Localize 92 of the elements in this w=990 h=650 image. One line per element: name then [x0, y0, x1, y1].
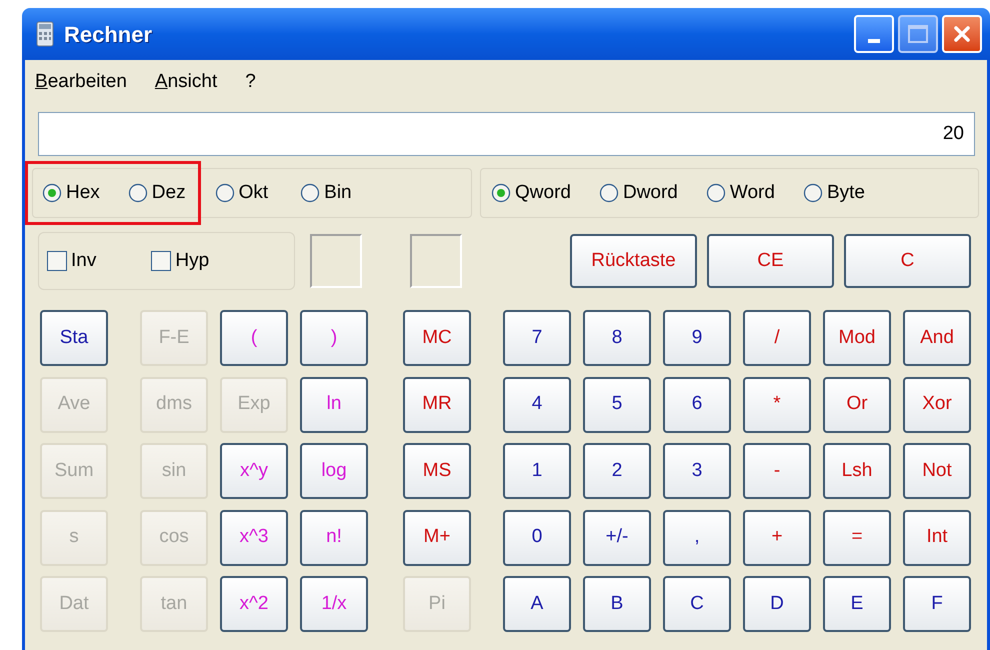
close-icon — [953, 25, 971, 43]
radio-option[interactable]: Byte — [802, 178, 865, 208]
radio-icon — [300, 183, 320, 203]
menu-item[interactable]: ? — [243, 68, 258, 96]
calculator-key: Sum — [40, 443, 108, 499]
calculator-key[interactable]: + — [743, 510, 811, 566]
maximize-button[interactable] — [898, 15, 938, 53]
calculator-key[interactable]: 1 — [503, 443, 571, 499]
calculator-key[interactable]: 3 — [663, 443, 731, 499]
radio-icon — [128, 183, 148, 203]
radio-option[interactable]: Dez — [128, 178, 186, 208]
minimize-icon — [868, 39, 880, 43]
display-value: 20 — [942, 122, 964, 146]
calculator-key: cos — [140, 510, 208, 566]
calculator-key[interactable]: x^y — [220, 443, 288, 499]
radio-option[interactable]: Okt — [214, 178, 268, 208]
menu-item[interactable]: Ansicht — [152, 68, 220, 96]
calculator-key[interactable]: log — [300, 443, 368, 499]
checkbox-icon — [151, 251, 172, 271]
checkbox-option[interactable]: Inv — [47, 246, 96, 276]
calculator-icon — [36, 21, 54, 47]
calculator-key[interactable]: CE — [707, 234, 834, 288]
calculator-key[interactable]: MR — [403, 376, 471, 432]
calculator-key[interactable]: ) — [300, 310, 368, 366]
calculator-key[interactable]: D — [743, 576, 811, 632]
close-button[interactable] — [942, 15, 982, 53]
calculator-key[interactable]: ( — [220, 310, 288, 366]
calculator-key[interactable]: F — [903, 576, 971, 632]
calculator-key[interactable]: = — [823, 510, 891, 566]
window-title: Rechner — [64, 20, 152, 48]
calculator-key: dms — [140, 376, 208, 432]
calculator-key: Pi — [403, 576, 471, 632]
calculator-key: sin — [140, 443, 208, 499]
calculator-key[interactable]: Int — [903, 510, 971, 566]
calculator-key: Dat — [40, 576, 108, 632]
radio-icon — [42, 183, 62, 203]
calculator-key[interactable]: M+ — [403, 510, 471, 566]
calculator-key[interactable]: MC — [403, 310, 471, 366]
calculator-key[interactable]: 1/x — [300, 576, 368, 632]
indicator-box — [310, 234, 362, 288]
calculator-key[interactable]: Lsh — [823, 443, 891, 499]
checkbox-icon — [47, 251, 67, 271]
radio-icon — [706, 183, 726, 203]
calculator-key[interactable]: 0 — [503, 510, 571, 566]
radio-icon — [598, 183, 619, 203]
radio-option[interactable]: Bin — [300, 178, 352, 208]
menu-item[interactable]: Bearbeiten — [33, 68, 129, 96]
minimize-button[interactable] — [854, 15, 894, 53]
calculator-key[interactable]: Xor — [903, 376, 971, 432]
calculator-key[interactable]: 8 — [583, 310, 651, 366]
checkbox-option[interactable]: Hyp — [151, 246, 210, 276]
radio-option[interactable]: Qword — [491, 178, 571, 208]
calculator-key[interactable]: MS — [403, 443, 471, 499]
calculator-key[interactable]: 4 — [503, 376, 571, 432]
calculator-key[interactable]: , — [663, 510, 731, 566]
calculator-key[interactable]: Mod — [823, 310, 891, 366]
calculator-key[interactable]: ln — [300, 376, 368, 432]
calculator-key[interactable]: +/- — [583, 510, 651, 566]
radio-icon — [214, 183, 235, 203]
radio-option[interactable]: Dword — [598, 178, 678, 208]
calculator-key[interactable]: 6 — [663, 376, 731, 432]
calculator-key[interactable]: Or — [823, 376, 891, 432]
indicator-box — [410, 234, 462, 288]
calculator-key: F-E — [140, 310, 208, 366]
calculator-key[interactable]: 2 — [583, 443, 651, 499]
radio-option[interactable]: Word — [706, 178, 775, 208]
calculator-key[interactable]: B — [583, 576, 651, 632]
calculator-key[interactable]: x^3 — [220, 510, 288, 566]
calculator-key[interactable]: A — [503, 576, 571, 632]
calculator-key[interactable]: E — [823, 576, 891, 632]
calculator-key[interactable]: Rücktaste — [570, 234, 697, 288]
calculator-key[interactable]: Not — [903, 443, 971, 499]
calculator-key[interactable]: And — [903, 310, 971, 366]
maximize-icon — [908, 25, 928, 43]
calculator-key: Exp — [220, 376, 288, 432]
calculator-key[interactable]: 9 — [663, 310, 731, 366]
radio-icon — [491, 183, 511, 203]
calculator-key[interactable]: C — [663, 576, 731, 632]
calculator-key[interactable]: C — [844, 234, 971, 288]
calculator-key[interactable]: 7 — [503, 310, 571, 366]
calculator-key[interactable]: * — [743, 376, 811, 432]
calculator-key[interactable]: x^2 — [220, 576, 288, 632]
calculator-key[interactable]: / — [743, 310, 811, 366]
radio-icon — [802, 183, 823, 203]
calculator-key[interactable]: 5 — [583, 376, 651, 432]
calculator-key: Ave — [40, 376, 108, 432]
calculator-key: s — [40, 510, 108, 566]
calculator-key[interactable]: n! — [300, 510, 368, 566]
calculator-key: tan — [140, 576, 208, 632]
radio-option[interactable]: Hex — [42, 178, 100, 208]
calculator-key[interactable]: Sta — [40, 310, 108, 366]
calculator-key[interactable]: - — [743, 443, 811, 499]
